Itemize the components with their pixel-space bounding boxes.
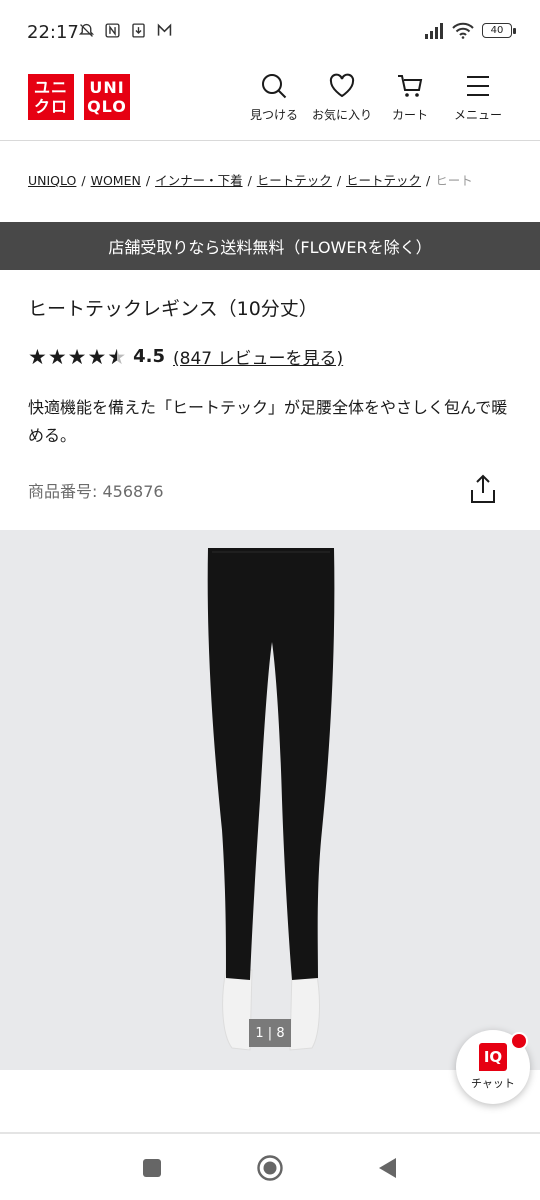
logo-latin: UNI QLO xyxy=(84,74,130,120)
breadcrumb-uniqlo[interactable]: UNIQLO xyxy=(28,173,76,188)
nav-favorites-label: お気に入り xyxy=(311,108,372,122)
battery-indicator: 40 xyxy=(482,23,516,38)
home-icon[interactable] xyxy=(256,1154,284,1182)
nav-menu[interactable]: メニュー xyxy=(444,72,512,123)
recents-icon[interactable] xyxy=(142,1158,162,1178)
breadcrumb-current: ヒート xyxy=(435,173,473,188)
iq-chat-icon: IQ xyxy=(479,1043,507,1071)
nav-search-label: 見つける xyxy=(249,108,298,122)
breadcrumb-heattech-sub[interactable]: ヒートテック xyxy=(346,173,421,188)
status-bar: 22:17 40 xyxy=(0,0,540,62)
nav-favorites[interactable]: お気に入り xyxy=(308,72,376,123)
rating-stars: ★★★★★★ xyxy=(28,344,128,369)
product-image-gallery[interactable]: 1 | 8 xyxy=(0,530,540,1070)
breadcrumb: UNIQLO / WOMEN / インナー・下着 / ヒートテック / ヒートテック / ヒート xyxy=(28,170,540,189)
muted-bell-icon xyxy=(78,23,95,37)
breadcrumb-heattech[interactable]: ヒートテック xyxy=(257,173,332,188)
product-description: 快適機能を備えた「ヒートテック」が足腰全体をやさしく包んで暖める。 xyxy=(28,398,508,445)
product-title: ヒートテックレギンス（10分丈） xyxy=(28,298,318,320)
cart-icon xyxy=(398,75,423,97)
back-icon[interactable] xyxy=(376,1156,398,1180)
download-icon xyxy=(132,23,145,38)
mail-icon xyxy=(157,23,172,36)
chat-button[interactable]: IQ チャット xyxy=(456,1030,530,1104)
signal-icon xyxy=(425,22,443,39)
clock: 22:17 xyxy=(27,22,79,43)
promo-text: 店舗受取りなら送料無料（FLOWERを除く） xyxy=(108,238,432,257)
nav-menu-label: メニュー xyxy=(453,108,502,122)
site-header: ユニ クロ UNI QLO 見つける お気に入り カート メニュー xyxy=(0,62,540,141)
nav-cart[interactable]: カート xyxy=(376,72,444,123)
nav-cart-label: カート xyxy=(391,108,428,122)
nfc-icon xyxy=(105,23,120,38)
logo-katakana: ユニ クロ xyxy=(28,74,74,120)
promo-banner[interactable]: 店舗受取りなら送料無料（FLOWERを除く） xyxy=(0,222,540,270)
image-counter: 1 | 8 xyxy=(249,1019,291,1047)
menu-icon xyxy=(467,76,489,96)
uniqlo-logo[interactable]: ユニ クロ UNI QLO xyxy=(28,74,130,120)
breadcrumb-women[interactable]: WOMEN xyxy=(91,173,141,188)
breadcrumb-innerwear[interactable]: インナー・下着 xyxy=(155,173,243,188)
half-star-icon: ★★ xyxy=(107,344,128,369)
android-navigation-bar xyxy=(0,1134,540,1200)
reviews-link[interactable]: (847 レビューを見る) xyxy=(173,344,343,369)
rating-row: ★★★★★★ 4.5 (847 レビューを見る) xyxy=(28,344,343,370)
product-image xyxy=(207,548,335,1051)
header-nav: 見つける お気に入り カート メニュー xyxy=(240,72,512,123)
rating-score: 4.5 xyxy=(133,346,166,367)
heart-icon xyxy=(329,73,355,98)
product-number: 商品番号: 456876 xyxy=(28,482,164,501)
chat-label: チャット xyxy=(471,1077,515,1090)
share-icon[interactable] xyxy=(470,474,496,504)
nav-search[interactable]: 見つける xyxy=(240,72,308,123)
notification-dot xyxy=(510,1032,528,1050)
search-icon xyxy=(262,74,287,99)
wifi-icon xyxy=(452,22,474,39)
